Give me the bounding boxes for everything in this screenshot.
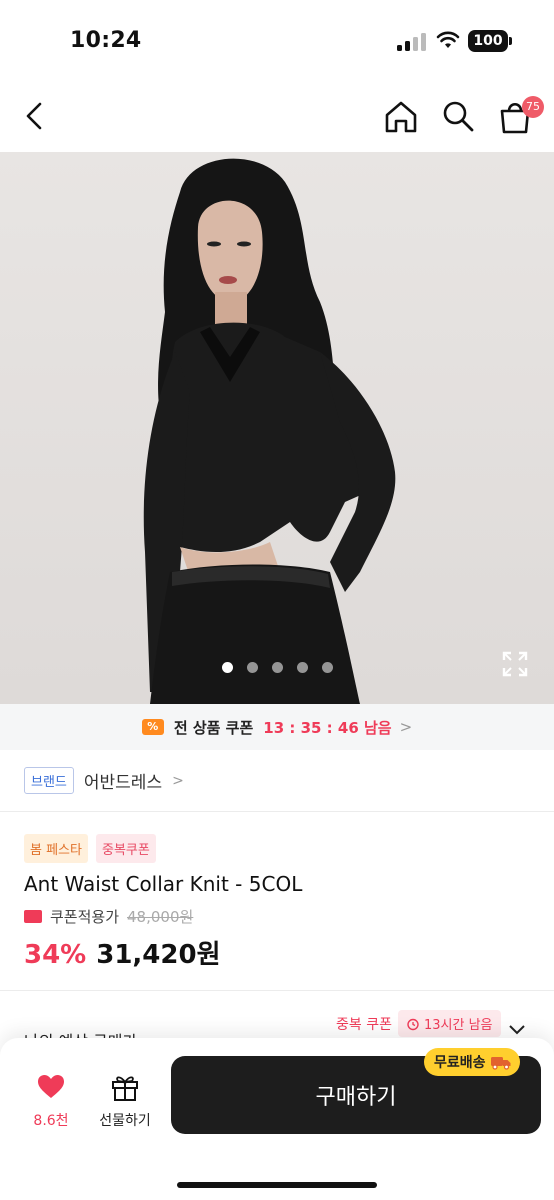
- coupon-icon: [24, 910, 42, 923]
- gallery-dot[interactable]: [321, 662, 333, 673]
- free-shipping-label: 무료배송: [434, 1055, 486, 1071]
- home-indicator: [177, 1182, 377, 1188]
- home-icon[interactable]: [382, 98, 420, 136]
- gift-label: 선물하기: [99, 1113, 151, 1129]
- free-shipping-badge: 무료배송: [424, 1048, 520, 1076]
- wifi-icon: [436, 31, 460, 48]
- product-title: Ant Waist Collar Knit - 5COL: [24, 872, 303, 896]
- discount-rate: 34%: [24, 940, 87, 970]
- gallery-dot[interactable]: [296, 662, 308, 673]
- divider: [0, 990, 554, 991]
- coupon-price-label: 쿠폰적용가: [50, 908, 120, 926]
- top-navigation: [0, 80, 554, 152]
- battery-indicator: 100: [468, 30, 508, 52]
- coupon-banner-label: 전 상품 쿠폰: [173, 718, 254, 737]
- time-left-text: 13시간 남음: [424, 1018, 493, 1033]
- cart-count-badge: 75: [522, 96, 544, 118]
- status-bar: 10:24 100: [0, 0, 554, 80]
- signal-icon: [397, 33, 427, 51]
- original-price: 48,000원: [127, 908, 194, 926]
- coupon-countdown: 13 : 35 : 46 남음: [263, 718, 392, 737]
- gallery-dot[interactable]: [221, 662, 233, 673]
- coupon-price-row: 쿠폰적용가 48,000원: [24, 906, 193, 927]
- alarm-clock-icon: [407, 1018, 419, 1030]
- tag-duplicate-coupon: 중복쿠폰: [95, 834, 156, 863]
- delivery-truck-icon: [490, 1057, 511, 1070]
- like-count: 8.6천: [33, 1113, 69, 1129]
- battery-tip: [509, 37, 512, 45]
- tag-spring-festa: 봄 페스타: [24, 834, 88, 863]
- duplicate-coupon-label: 중복 쿠폰: [336, 1017, 392, 1033]
- gallery-dot[interactable]: [271, 662, 283, 673]
- expand-icon[interactable]: [500, 649, 530, 679]
- chevron-down-icon[interactable]: [508, 1024, 526, 1036]
- chevron-right-icon: >: [399, 718, 413, 736]
- coupon-timer-banner[interactable]: 전 상품 쿠폰 13 : 35 : 46 남음 >: [0, 704, 554, 750]
- final-price: 31,420원: [96, 940, 221, 970]
- time-left-badge: 13시간 남음: [398, 1010, 501, 1037]
- status-time: 10:24: [70, 28, 142, 53]
- product-tags: 봄 페스타 중복쿠폰: [24, 834, 156, 863]
- product-image[interactable]: [0, 152, 554, 704]
- brand-tag: 브랜드: [24, 767, 74, 794]
- gallery-dots: [0, 662, 554, 673]
- like-button[interactable]: 8.6천: [22, 1072, 80, 1129]
- expected-price-row[interactable]: 나의 예상 구매가 중복 쿠폰 13시간 남음: [0, 1008, 554, 1051]
- coupon-ticket-icon: [141, 719, 164, 735]
- back-icon[interactable]: [18, 98, 54, 134]
- search-icon[interactable]: [440, 98, 476, 134]
- model-photo: [143, 158, 396, 704]
- heart-icon: [38, 1075, 64, 1098]
- bottom-action-bar: 8.6천 선물하기 구매하기 무료배송: [0, 1038, 554, 1200]
- chevron-right-icon: >: [172, 772, 184, 789]
- gift-icon: [112, 1076, 138, 1101]
- gallery-dot[interactable]: [246, 662, 258, 673]
- price-row: 34% 31,420원: [24, 934, 221, 971]
- gift-button[interactable]: 선물하기: [90, 1072, 160, 1129]
- brand-name[interactable]: 어반드레스: [84, 768, 162, 793]
- brand-row[interactable]: 브랜드 어반드레스 >: [0, 750, 554, 812]
